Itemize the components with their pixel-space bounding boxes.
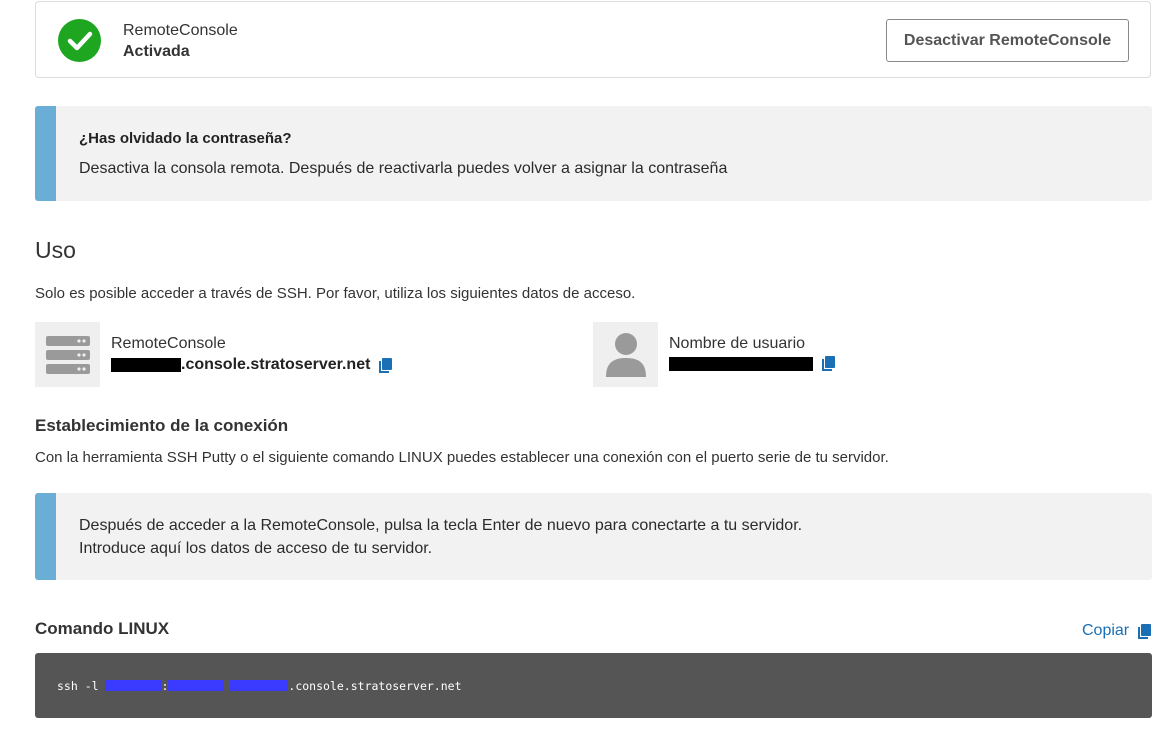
copy-command-label[interactable]: Copiar — [1082, 622, 1129, 640]
command-box[interactable]: ssh -l : .console.stratoserver.net — [35, 653, 1152, 718]
redacted-password — [168, 680, 225, 691]
command-prefix: ssh -l — [57, 678, 106, 693]
username-label: Nombre de usuario — [669, 335, 806, 352]
connection-notice: Después de acceder a la RemoteConsole, p… — [35, 493, 1152, 580]
username-value — [669, 356, 836, 371]
linux-command-heading: Comando LINUX — [35, 619, 170, 638]
remote-console-status-card: RemoteConsole Activada Desactivar Remote… — [35, 1, 1151, 78]
server-icon — [35, 322, 100, 387]
host-value: .console.stratoserver.net — [111, 356, 393, 374]
command-separator: : — [161, 678, 169, 693]
redacted-username — [669, 356, 813, 371]
forgot-password-notice: ¿Has olvidado la contraseña? Desactiva l… — [35, 106, 1152, 201]
redacted-host — [230, 680, 289, 691]
notice-line-2: Introduce aquí los datos de acceso de tu… — [79, 540, 433, 557]
redacted-user — [105, 680, 162, 691]
notice-accent-bar — [35, 493, 56, 580]
copy-command-link[interactable]: Copiar — [1082, 622, 1152, 640]
usage-description: Solo es posible acceder a través de SSH.… — [35, 285, 636, 302]
copy-host-icon[interactable] — [379, 357, 393, 373]
user-icon — [593, 322, 658, 387]
check-circle-icon — [58, 19, 101, 62]
service-name: RemoteConsole — [123, 22, 238, 39]
command-text[interactable]: ssh -l : .console.stratoserver.net — [57, 679, 462, 693]
notice-line-1: Después de acceder a la RemoteConsole, p… — [79, 517, 803, 534]
service-state: Activada — [123, 43, 190, 60]
notice-title: ¿Has olvidado la contraseña? — [79, 130, 292, 147]
host-suffix: .console.stratoserver.net — [181, 356, 371, 373]
copy-username-icon[interactable] — [822, 356, 836, 371]
command-suffix: .console.stratoserver.net — [288, 678, 462, 693]
copy-icon[interactable] — [1138, 623, 1152, 639]
connection-description: Con la herramienta SSH Putty o el siguie… — [35, 449, 889, 466]
deactivate-remote-console-button[interactable]: Desactivar RemoteConsole — [886, 19, 1129, 62]
host-label: RemoteConsole — [111, 335, 226, 352]
notice-text: Desactiva la consola remota. Después de … — [79, 160, 728, 177]
usage-heading: Uso — [35, 237, 76, 263]
notice-accent-bar — [35, 106, 56, 201]
redacted-host-prefix — [111, 358, 181, 372]
connection-heading: Establecimiento de la conexión — [35, 416, 289, 435]
